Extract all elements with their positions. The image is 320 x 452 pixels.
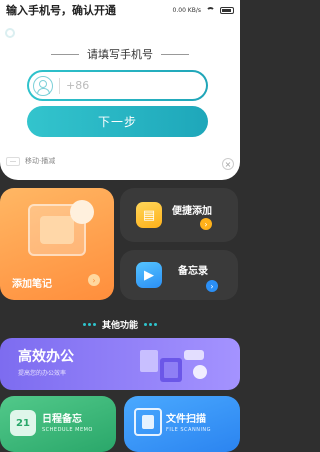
scan-subtitle: FILE SCANNING xyxy=(166,427,212,433)
office-card[interactable]: 高效办公 提高您的办公效率 xyxy=(0,338,240,390)
office-subtitle: 提高您的办公效率 xyxy=(18,370,67,377)
scan-icon xyxy=(134,408,162,436)
wifi-icon xyxy=(206,7,215,13)
user-icon xyxy=(33,75,53,96)
file-scan-card[interactable]: 文件扫描 FILE SCANNING xyxy=(124,396,240,452)
section-dots-right xyxy=(144,323,157,326)
app-logo xyxy=(5,28,15,38)
other-section-title: 其他功能 xyxy=(0,318,240,331)
arrow-right-icon: › xyxy=(206,280,218,292)
office-illustration xyxy=(140,350,207,382)
video-memo-icon: ▶ xyxy=(136,262,162,288)
other-section-title-text: 其他功能 xyxy=(101,321,138,331)
arrow-right-icon: › xyxy=(200,218,212,230)
next-button[interactable]: 下一步 xyxy=(27,106,208,137)
scan-title: 文件扫描 xyxy=(166,414,206,425)
operator-info: ― 移动·播减 xyxy=(6,156,55,166)
login-title-text: 请填写手机号 xyxy=(87,48,153,61)
memo-label: 备忘录 xyxy=(178,266,208,277)
schedule-title: 日程备忘 xyxy=(42,414,82,425)
operator-label: 移动·播减 xyxy=(25,157,56,165)
office-title: 高效办公 xyxy=(18,349,74,365)
note-illustration-inner xyxy=(40,216,74,244)
field-divider xyxy=(59,77,60,94)
phone-login-sheet: 请填写手机号 下一步 ― 移动·播减 × xyxy=(0,20,240,180)
status-indicators: 0.00 KB/s xyxy=(172,6,234,14)
memo-card[interactable]: ▶ 备忘录 › xyxy=(120,250,238,300)
quick-add-card[interactable]: ▤ 便捷添加 › xyxy=(120,188,238,242)
status-bar-title: 输入手机号，确认开通 xyxy=(6,4,116,17)
section-dots-left xyxy=(82,323,96,326)
operator-logo-icon: ― xyxy=(6,156,20,166)
logo-icon xyxy=(5,28,15,38)
add-note-label: 添加笔记 xyxy=(12,279,52,290)
quick-add-label: 便捷添加 xyxy=(172,206,212,217)
title-divider-right xyxy=(161,53,189,55)
phone-field-inner xyxy=(29,72,206,99)
schedule-subtitle: SCHEDULE MEMO xyxy=(42,427,93,433)
network-speed: 0.00 KB/s xyxy=(172,6,201,14)
add-note-card[interactable]: 添加笔记 › xyxy=(0,188,114,300)
arrow-right-icon: › xyxy=(88,274,100,286)
document-icon: ▤ xyxy=(136,202,162,228)
schedule-memo-card[interactable]: 21 日程备忘 SCHEDULE MEMO xyxy=(0,396,116,452)
title-divider-left xyxy=(51,53,79,55)
battery-icon xyxy=(220,6,234,14)
calendar-icon: 21 xyxy=(10,410,36,436)
login-title: 请填写手机号 xyxy=(0,46,240,62)
close-icon[interactable]: × xyxy=(222,158,234,170)
status-bar: 输入手机号，确认开通 0.00 KB/s xyxy=(0,0,240,20)
note-illustration-circle xyxy=(70,200,94,224)
phone-field[interactable] xyxy=(27,70,208,101)
phone-input[interactable] xyxy=(66,79,186,92)
